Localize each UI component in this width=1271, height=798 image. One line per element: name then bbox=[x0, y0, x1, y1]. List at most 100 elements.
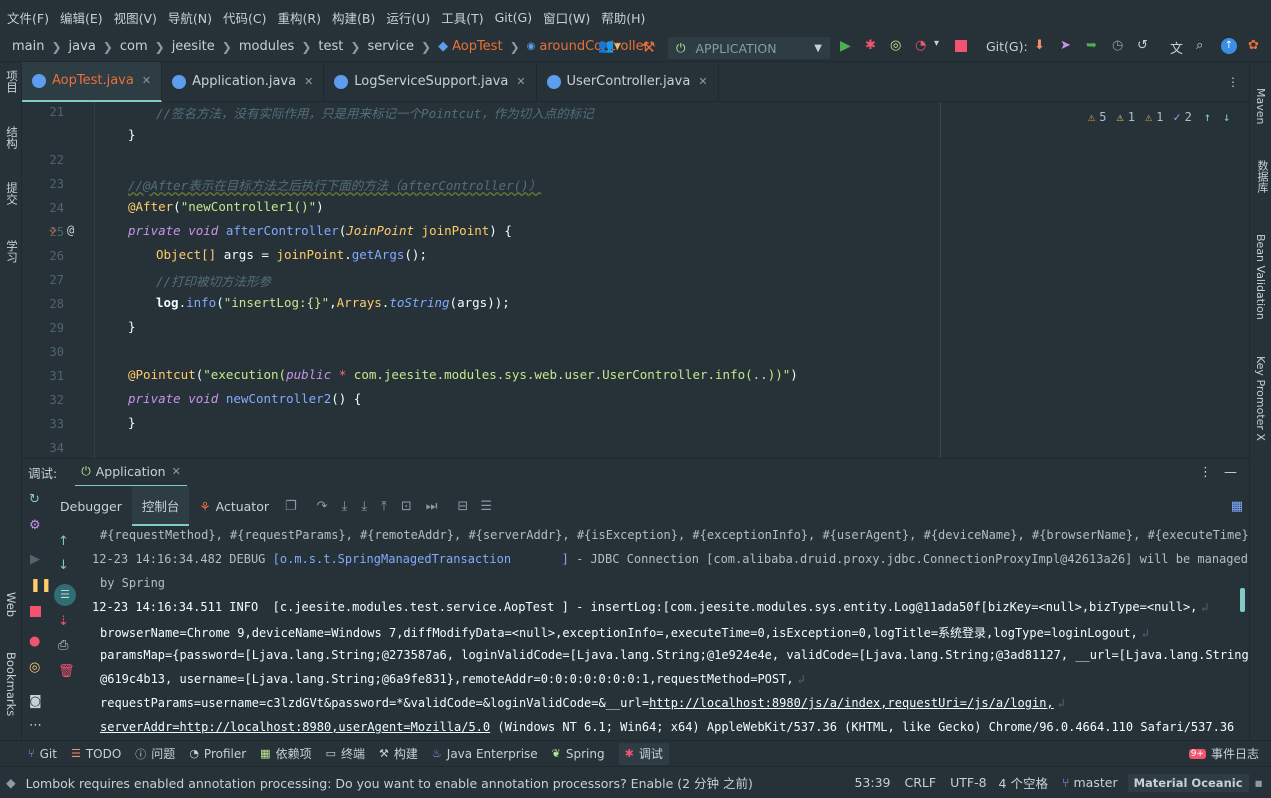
menu-file[interactable]: 文件(F) bbox=[7, 8, 49, 27]
list-icon[interactable]: ☰ bbox=[480, 499, 492, 514]
console-link[interactable]: http://localhost:8980/js/a/index,request… bbox=[649, 696, 1054, 710]
breadcrumb-item[interactable]: com bbox=[120, 39, 148, 54]
annotation-gutter-icon[interactable]: @ bbox=[67, 223, 74, 237]
more-icon[interactable]: ⋯ bbox=[29, 718, 42, 733]
line-separator[interactable]: CRLF bbox=[905, 775, 937, 790]
close-icon[interactable]: ✕ bbox=[304, 75, 313, 88]
menu-edit[interactable]: 编辑(E) bbox=[60, 8, 103, 27]
tab-usercontroller[interactable]: UserController.java ✕ bbox=[537, 61, 719, 102]
step-out-icon[interactable]: ⤒ bbox=[381, 499, 387, 514]
tool-dependencies[interactable]: ▦ 依赖项 bbox=[260, 745, 311, 762]
tool-debug[interactable]: ✱ 调试 bbox=[618, 742, 669, 765]
update-icon[interactable]: ↑ bbox=[1221, 38, 1237, 54]
profiler-icon[interactable]: ◔ bbox=[915, 38, 926, 53]
menu-git[interactable]: Git(G) bbox=[495, 10, 533, 25]
evaluate-icon[interactable]: ⏭ bbox=[426, 499, 438, 514]
breadcrumb-item[interactable]: test bbox=[318, 39, 343, 54]
tool-database[interactable]: 数据库 bbox=[1254, 160, 1270, 193]
menu-window[interactable]: 窗口(W) bbox=[543, 8, 590, 27]
run-to-cursor-icon[interactable]: ⊡ bbox=[401, 499, 412, 514]
settings-icon[interactable]: ✿ bbox=[1248, 38, 1259, 53]
users-icon[interactable]: 👥▾ bbox=[598, 39, 621, 54]
scroll-to-end-icon[interactable]: ⇣ bbox=[58, 614, 69, 629]
tab-application[interactable]: Application.java ✕ bbox=[162, 61, 325, 102]
tool-profiler[interactable]: ◔ Profiler bbox=[189, 747, 246, 761]
history-icon[interactable]: ◷ bbox=[1112, 38, 1123, 53]
console-scrollbar[interactable] bbox=[1240, 588, 1245, 612]
tool-terminal[interactable]: ▭ 终端 bbox=[326, 745, 365, 762]
soft-wrap-icon[interactable]: ☰ bbox=[54, 584, 76, 606]
tab-actuator[interactable]: ⚘ Actuator bbox=[189, 486, 279, 526]
breadcrumb-item[interactable]: jeesite bbox=[172, 39, 215, 54]
chevron-down-icon[interactable]: ↓ bbox=[1223, 110, 1230, 124]
minimize-icon[interactable]: — bbox=[1224, 465, 1237, 480]
close-icon[interactable]: ✕ bbox=[172, 465, 181, 478]
show-execution-point-icon[interactable]: ↷ bbox=[317, 499, 328, 514]
print-icon[interactable]: ⎙ bbox=[58, 638, 68, 653]
tool-spring[interactable]: ❦ Spring bbox=[552, 747, 605, 761]
breadcrumb-item[interactable]: service bbox=[367, 39, 414, 54]
debug-session-tab[interactable]: ⏻ Application ✕ bbox=[75, 459, 187, 487]
translate-icon[interactable]: 文 bbox=[1170, 38, 1183, 57]
close-icon[interactable]: ✕ bbox=[142, 74, 151, 87]
caret-position[interactable]: 53:39 bbox=[854, 775, 890, 790]
breadcrumb-item[interactable]: java bbox=[69, 39, 96, 54]
menu-tools[interactable]: 工具(T) bbox=[441, 8, 483, 27]
git-commit-icon[interactable]: ➥ bbox=[1086, 38, 1097, 53]
tool-commit[interactable]: 提交 bbox=[4, 182, 20, 205]
debug-bug-icon[interactable]: ✱ bbox=[865, 38, 876, 53]
tool-structure[interactable]: 结构 bbox=[4, 126, 20, 149]
theme-indicator[interactable]: Material Oceanic bbox=[1127, 773, 1249, 792]
tool-java-enterprise[interactable]: ♨ Java Enterprise bbox=[432, 747, 538, 761]
tool-bean-validation[interactable]: Bean Validation bbox=[1254, 234, 1267, 320]
run-config-select[interactable]: ⏻ APPLICATION ▼ bbox=[668, 37, 830, 59]
tool-todo[interactable]: ☰ TODO bbox=[71, 747, 121, 761]
tab-logservicesupport[interactable]: LogServiceSupport.java ✕ bbox=[324, 61, 537, 102]
camera-icon[interactable]: ◙ bbox=[29, 694, 42, 709]
tool-event-log[interactable]: 9+ 事件日志 bbox=[1188, 745, 1259, 762]
rollback-icon[interactable]: ↺ bbox=[1137, 38, 1148, 53]
breadcrumb-item[interactable]: modules bbox=[239, 39, 295, 54]
breadcrumb-item[interactable]: main bbox=[12, 39, 44, 54]
console-output[interactable]: #{requestMethod}, #{requestParams}, #{re… bbox=[80, 526, 1249, 740]
menu-code[interactable]: 代码(C) bbox=[223, 8, 266, 27]
frames-icon[interactable]: ⊟ bbox=[457, 499, 468, 514]
menu-refactor[interactable]: 重构(R) bbox=[278, 8, 321, 27]
mute-breakpoints-icon[interactable]: ◎ bbox=[29, 660, 40, 675]
tool-maven[interactable]: Maven bbox=[1254, 88, 1267, 124]
menu-run[interactable]: 运行(U) bbox=[386, 8, 430, 27]
pause-icon[interactable]: ❚❚ bbox=[30, 578, 52, 593]
stop-icon[interactable] bbox=[955, 40, 967, 52]
lock-icon[interactable]: ▪ bbox=[1255, 775, 1263, 790]
step-into-icon[interactable]: ⤓ bbox=[361, 499, 367, 514]
restore-layout-icon[interactable]: ❐ bbox=[285, 499, 297, 514]
aspect-gutter-icon[interactable]: ⟡ bbox=[49, 223, 57, 238]
step-over-icon[interactable]: ⤓ bbox=[342, 499, 348, 514]
console-link[interactable]: serverAddr=http://localhost:8980,userAge… bbox=[100, 720, 490, 734]
settings-icon[interactable]: ⚙ bbox=[29, 518, 41, 533]
close-icon[interactable]: ✕ bbox=[516, 75, 525, 88]
tool-learn[interactable]: 学习 bbox=[4, 240, 20, 263]
code-editor[interactable]: ⚠ 5 ⚠ 1 ⚠ 1 ✓ 2 ↑ ↓ 21 22 23 24 25 26 27 28 … bbox=[22, 102, 1249, 458]
git-push-icon[interactable]: ➤ bbox=[1060, 38, 1071, 53]
menu-navigate[interactable]: 导航(N) bbox=[168, 8, 212, 27]
coverage-icon[interactable]: ◎ bbox=[890, 38, 901, 53]
tool-project[interactable]: 项目 bbox=[4, 70, 20, 93]
chevron-up-icon[interactable]: ↑ bbox=[1204, 110, 1211, 124]
search-icon[interactable]: ⌕ bbox=[1196, 38, 1203, 53]
tool-problems[interactable]: ⓘ 问题 bbox=[135, 745, 175, 762]
tool-git[interactable]: ⑂ Git bbox=[28, 747, 57, 761]
stop-icon[interactable] bbox=[30, 606, 41, 617]
menu-help[interactable]: 帮助(H) bbox=[601, 8, 645, 27]
close-icon[interactable]: ✕ bbox=[698, 75, 707, 88]
tab-debugger[interactable]: Debugger bbox=[50, 486, 132, 526]
status-message[interactable]: Lombok requires enabled annotation proce… bbox=[26, 773, 753, 792]
tool-build[interactable]: ⚒ 构建 bbox=[379, 745, 418, 762]
breadcrumb-method[interactable]: aroundController bbox=[539, 39, 649, 54]
menu-build[interactable]: 构建(B) bbox=[332, 8, 375, 27]
menu-view[interactable]: 视图(V) bbox=[114, 8, 157, 27]
scroll-down-icon[interactable]: ↓ bbox=[58, 558, 69, 573]
clear-icon[interactable]: 🗑 bbox=[58, 664, 75, 679]
layout-icon[interactable]: ▦ bbox=[1231, 499, 1243, 514]
scroll-up-icon[interactable]: ↑ bbox=[58, 534, 69, 549]
